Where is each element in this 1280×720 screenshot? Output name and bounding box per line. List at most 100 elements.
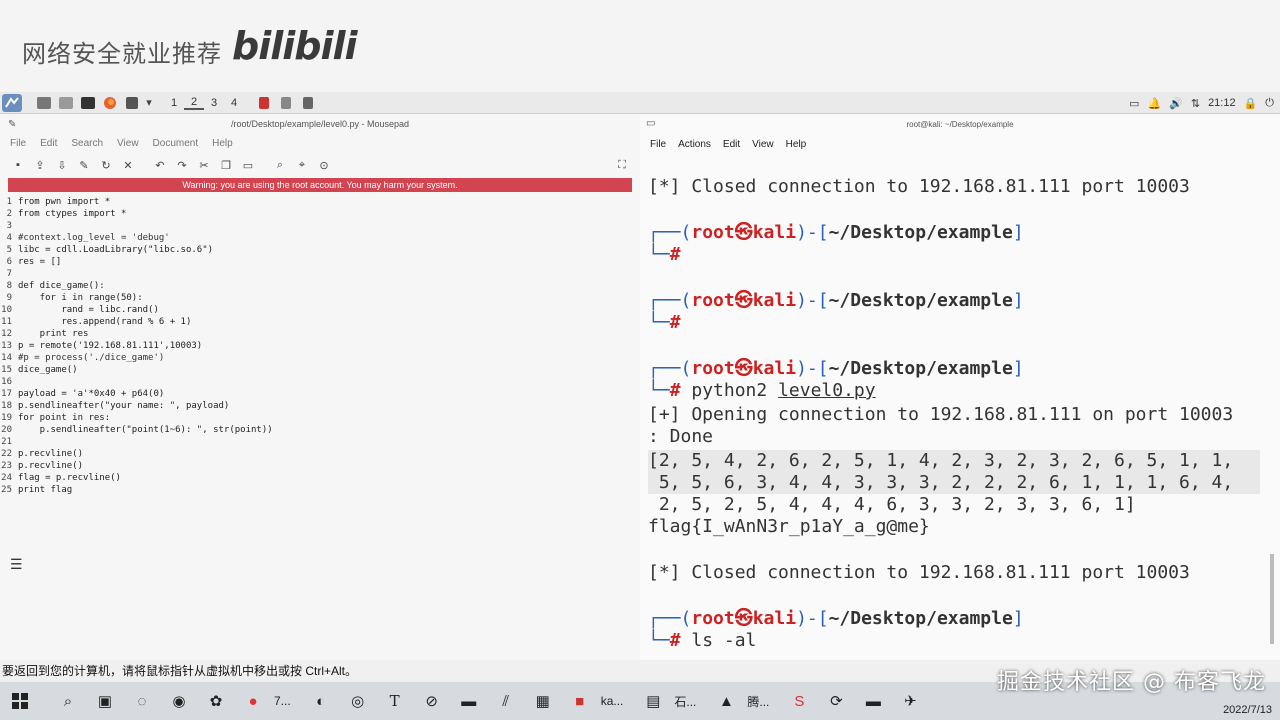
app-icon[interactable]: ▲	[709, 686, 743, 716]
search-icon[interactable]: ⌕	[272, 157, 288, 173]
prompt-user: root㉿kali	[691, 222, 797, 243]
search-icon[interactable]: ⌕	[51, 686, 85, 716]
app-icon[interactable]: ◉	[162, 686, 196, 716]
redo-icon[interactable]: ↷	[174, 157, 190, 173]
code-text: from ctypes import *	[18, 209, 127, 219]
line-number: 19	[1, 413, 12, 423]
save-icon[interactable]: ⇩	[54, 157, 70, 173]
firefox-icon[interactable]	[100, 94, 120, 112]
term-menu-edit[interactable]: Edit	[723, 139, 740, 150]
code-line: 20 p.sendlineafter("point(1~6): ", str(p…	[0, 424, 640, 436]
text-app-icon[interactable]: T	[378, 686, 412, 716]
volume-icon[interactable]: 🔊	[1169, 97, 1183, 110]
app-icon[interactable]: ⊘	[415, 686, 449, 716]
taskbar-item-label[interactable]: 7...	[274, 694, 291, 708]
chat-icon[interactable]: ◌	[125, 686, 159, 716]
menu-edit[interactable]: Edit	[40, 138, 57, 149]
edge-icon[interactable]: ◐	[304, 686, 338, 716]
new-document-icon[interactable]: ▪	[10, 157, 26, 173]
copy-icon[interactable]: ❐	[218, 157, 234, 173]
terminal-window: ▭ root@kali: ~/Desktop/example File Acti…	[640, 114, 1280, 660]
tray-icon[interactable]: ⟳	[819, 686, 853, 716]
fullscreen-icon[interactable]: ⛶	[614, 157, 630, 173]
terminal-launcher-icon[interactable]	[78, 94, 98, 112]
tray-icon[interactable]: ▬	[856, 686, 890, 716]
app-icon[interactable]: ▤	[636, 686, 670, 716]
menu-file[interactable]: File	[10, 138, 26, 149]
undo-icon[interactable]: ↶	[152, 157, 168, 173]
notification-bell-icon[interactable]: 🔔	[1147, 97, 1161, 110]
cut-icon[interactable]: ✂	[196, 157, 212, 173]
menu-search[interactable]: Search	[71, 138, 103, 149]
chevron-down-icon[interactable]: ▾	[144, 94, 154, 112]
term-menu-view[interactable]: View	[752, 139, 774, 150]
windows-start-icon[interactable]	[3, 686, 37, 716]
taskbar-item-label[interactable]: ka...	[601, 694, 624, 708]
prompt-line: ┌──(root㉿kali)-[~/Desktop/example]	[648, 222, 1024, 243]
prompt-path: ~/Desktop/example	[828, 290, 1013, 311]
workspace-2[interactable]: 2	[184, 96, 204, 110]
power-icon[interactable]: ⏻	[1265, 97, 1274, 110]
save-as-icon[interactable]: ✎	[76, 157, 92, 173]
reload-icon[interactable]: ↻	[98, 157, 114, 173]
workspace-3[interactable]: 3	[204, 97, 224, 109]
lock-icon[interactable]: 🔒	[1244, 97, 1258, 110]
close-icon[interactable]: ✕	[120, 157, 136, 173]
term-menu-actions[interactable]: Actions	[678, 139, 711, 150]
show-desktop-icon[interactable]	[34, 94, 54, 112]
window-switcher-icon[interactable]	[122, 94, 142, 112]
taskbar-item-label[interactable]: 石...	[674, 693, 696, 710]
app-icon[interactable]: ⫽	[489, 686, 523, 716]
mousepad-task-icon[interactable]	[254, 94, 274, 112]
terminal-task-icon[interactable]	[298, 94, 318, 112]
scrollbar-thumb[interactable]	[1270, 554, 1274, 644]
menu-view[interactable]: View	[117, 138, 139, 149]
app-icon[interactable]: ▦	[526, 686, 560, 716]
watermark: 掘金技术社区 @ 布客飞龙	[997, 670, 1266, 695]
open-file-icon[interactable]: ⇪	[32, 157, 48, 173]
screen: 网络安全就业推荐 bilibili ▾ 1 2 3 4 ▭ 🔔 🔊 ⇅ 21:1…	[0, 0, 1280, 720]
terminal-scrollbar[interactable]	[1270, 134, 1276, 654]
taskbar-item-label[interactable]: 腾...	[747, 693, 769, 710]
app-icon[interactable]: ■	[563, 686, 597, 716]
code-line: 2 from ctypes import *	[0, 208, 640, 220]
workspace-4[interactable]: 4	[224, 97, 244, 109]
panel-tray: ▭ 🔔 🔊 ⇅ 21:12 🔒 ⏻	[1129, 92, 1274, 114]
app-icon[interactable]: ●	[236, 686, 270, 716]
tray-icon[interactable]: ✈	[893, 686, 927, 716]
code-text: payload = 'a'*0x40 + p64(0)	[18, 389, 165, 399]
app-icon[interactable]: S	[782, 686, 816, 716]
network-icon[interactable]: ⇅	[1191, 97, 1200, 110]
menu-document[interactable]: Document	[153, 138, 199, 149]
line-number: 2	[6, 209, 12, 219]
goto-icon[interactable]: ⊙	[316, 157, 332, 173]
editor-titlebar: ✎ /root/Desktop/example/level0.py - Mous…	[0, 114, 640, 134]
panel-clock[interactable]: 21:12	[1208, 97, 1236, 109]
menu-help[interactable]: Help	[212, 138, 233, 149]
task-view-icon[interactable]: ▣	[88, 686, 122, 716]
screen-icon[interactable]: ▭	[1129, 97, 1139, 110]
code-text: #p = process('./dice_game')	[18, 353, 165, 363]
console-icon[interactable]: ▬	[452, 686, 486, 716]
workspace-1[interactable]: 1	[164, 97, 184, 109]
paste-icon[interactable]: ▭	[240, 157, 256, 173]
editor-task-icon[interactable]	[276, 94, 296, 112]
line-number: 12	[1, 329, 12, 339]
list-icon[interactable]: ☰	[10, 556, 23, 573]
code-text: res.append(rand % 6 + 1)	[18, 317, 192, 327]
prompt-path: ~/Desktop/example	[828, 222, 1013, 243]
code-text: p.sendlineafter("your name: ", payload)	[18, 401, 230, 411]
prompt-path: ~/Desktop/example	[828, 358, 1013, 379]
chrome-icon[interactable]: ◎	[341, 686, 375, 716]
term-menu-file[interactable]: File	[650, 139, 666, 150]
line-number: 22	[1, 449, 12, 459]
code-line: 24 flag = p.recvline()	[0, 472, 640, 484]
term-menu-help[interactable]: Help	[786, 139, 807, 150]
code-line: 18 p.sendlineafter("your name: ", payload…	[0, 400, 640, 412]
app-icon[interactable]: ✿	[199, 686, 233, 716]
kali-menu-icon[interactable]	[2, 93, 22, 112]
replace-icon[interactable]: ⌖	[294, 157, 310, 173]
code-area[interactable]: 1 from pwn import * 2 from ctypes import * 3…	[0, 192, 640, 496]
prompt-user: root㉿kali	[691, 358, 797, 379]
file-manager-icon[interactable]	[56, 94, 76, 112]
